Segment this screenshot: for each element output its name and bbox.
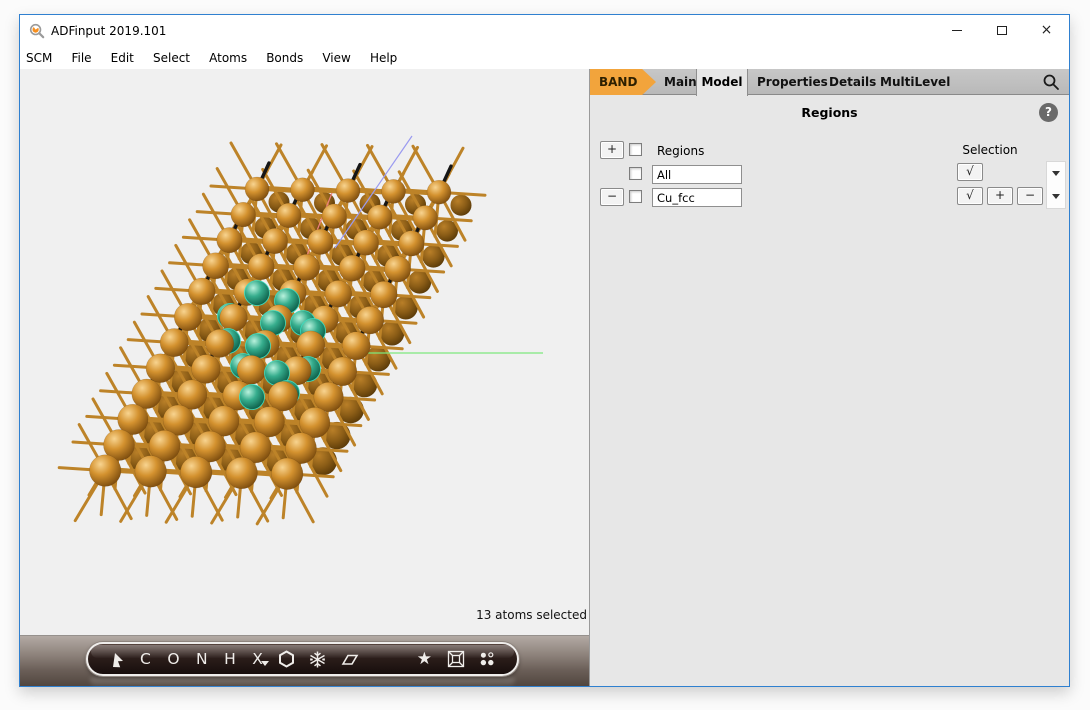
help-button[interactable]: ? <box>1039 103 1058 122</box>
regions-group-label: Regions <box>657 144 704 158</box>
tab-multilevel[interactable]: MultiLevel <box>880 69 950 95</box>
caret-down-icon[interactable] <box>261 661 269 666</box>
selection-add-button[interactable]: + <box>987 187 1013 205</box>
tab-model[interactable]: Model <box>696 69 748 96</box>
window-controls: × <box>934 15 1069 45</box>
add-carbon-button[interactable]: C <box>140 650 151 668</box>
add-region-button[interactable]: + <box>600 141 624 159</box>
add-nitrogen-button[interactable]: N <box>196 650 208 668</box>
close-button[interactable]: × <box>1024 15 1069 45</box>
menu-scm[interactable]: SCM <box>26 47 52 69</box>
tab-properties[interactable]: Properties <box>757 69 828 95</box>
menu-select[interactable]: Select <box>153 47 190 69</box>
crystal-tool-icon[interactable] <box>309 651 326 668</box>
selection-label: Selection <box>945 143 1035 157</box>
chevron-down-icon[interactable] <box>1052 171 1060 176</box>
selection-dropdowns <box>1046 161 1066 209</box>
minimize-icon <box>952 30 962 31</box>
tab-bar: BAND Main Model Properties Details Multi… <box>590 69 1069 95</box>
tab-main[interactable]: Main <box>664 69 697 95</box>
adfinput-app-icon <box>29 23 45 39</box>
menu-file[interactable]: File <box>71 47 91 69</box>
selection-set-button[interactable]: √ <box>957 187 983 205</box>
remove-region-button[interactable]: − <box>600 188 624 206</box>
panel-title: Regions <box>590 105 1069 120</box>
perspective-box-icon[interactable] <box>447 650 465 668</box>
atom-toolbar: C O N H X <box>86 642 519 676</box>
menu-bonds[interactable]: Bonds <box>266 47 303 69</box>
search-icon[interactable] <box>1042 73 1060 91</box>
balls-display-icon[interactable] <box>479 651 495 667</box>
tab-band[interactable]: BAND <box>590 69 656 95</box>
window-title: ADFinput 2019.101 <box>51 24 166 38</box>
adfinput-window: ADFinput 2019.101 × SCM File Edit Select… <box>19 14 1070 687</box>
menu-help[interactable]: Help <box>370 47 397 69</box>
side-panel: BAND Main Model Properties Details Multi… <box>589 69 1069 686</box>
menu-edit[interactable]: Edit <box>111 47 134 69</box>
menu-view[interactable]: View <box>322 47 350 69</box>
plane-tool-icon[interactable] <box>340 652 359 667</box>
menu-bar: SCM File Edit Select Atoms Bonds View He… <box>20 47 1069 69</box>
add-oxygen-button[interactable]: O <box>167 650 180 668</box>
selection-set-all-button[interactable]: √ <box>957 163 983 181</box>
title-bar: ADFinput 2019.101 × <box>20 15 1069 47</box>
region-cufcc-name-field[interactable] <box>652 188 742 207</box>
region-all-name-field[interactable] <box>652 165 742 184</box>
minimize-button[interactable] <box>934 15 979 45</box>
selection-status: 13 atoms selected <box>476 608 587 622</box>
region-all-checkbox[interactable] <box>629 167 642 180</box>
menu-atoms[interactable]: Atoms <box>209 47 247 69</box>
molecule-viewport[interactable]: 13 atoms selected <box>20 69 589 635</box>
chevron-down-icon[interactable] <box>1052 194 1060 199</box>
pointer-icon[interactable] <box>110 651 125 668</box>
regions-panel: Regions ? + Regions − Selection √ √ + − <box>590 95 1069 688</box>
regions-group-checkbox[interactable] <box>629 143 642 156</box>
tab-details[interactable]: Details <box>829 69 876 95</box>
maximize-button[interactable] <box>979 15 1024 45</box>
ring-tool-icon[interactable] <box>278 650 295 668</box>
region-cufcc-checkbox[interactable] <box>629 190 642 203</box>
maximize-icon <box>997 26 1007 35</box>
add-hydrogen-button[interactable]: H <box>224 650 236 668</box>
star-icon[interactable]: ★ <box>417 649 432 669</box>
toolbar-reflection <box>90 678 515 688</box>
selection-remove-button[interactable]: − <box>1017 187 1043 205</box>
toolbar-band: C O N H X <box>20 635 589 686</box>
